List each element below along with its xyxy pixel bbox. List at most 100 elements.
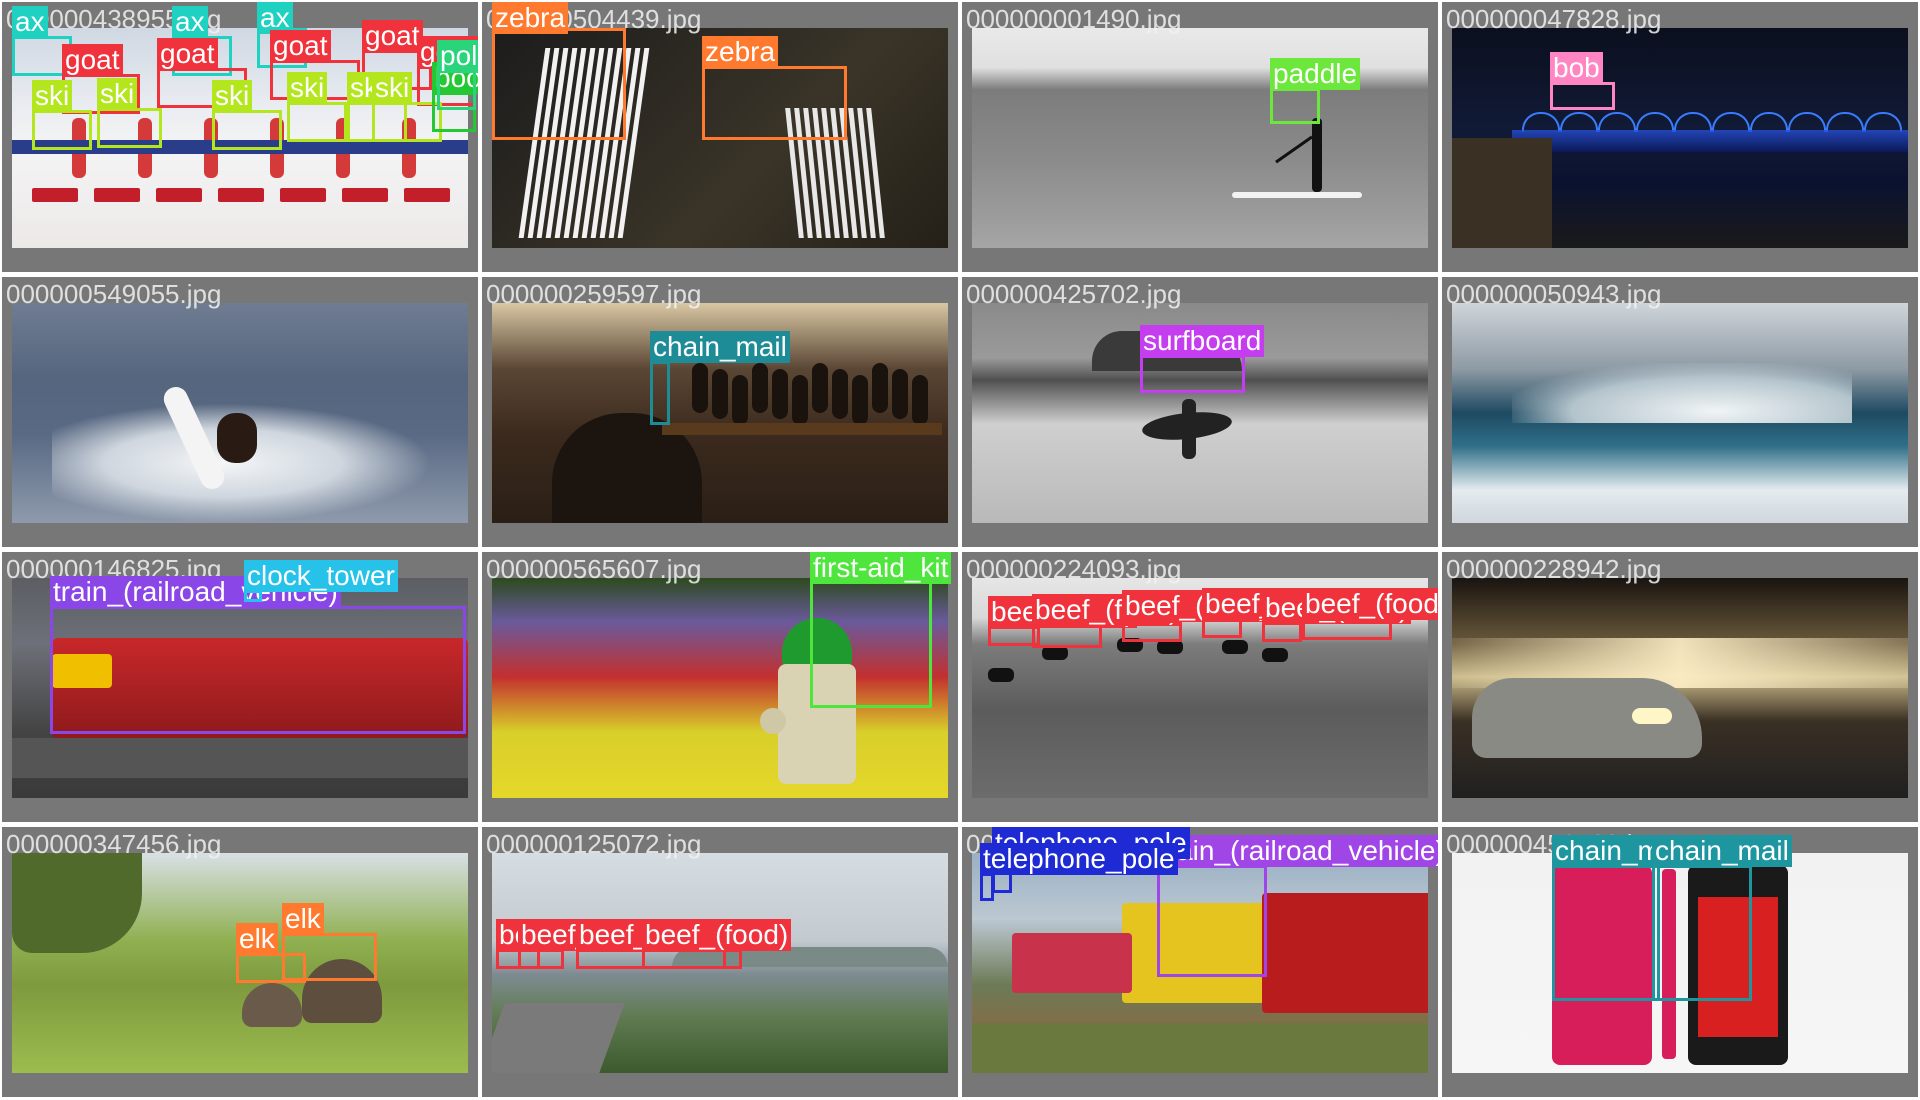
result-tile[interactable]: 000000224093.jpg beef_(food) beef_(food) be… xyxy=(962,552,1438,822)
scene-shape xyxy=(912,375,928,425)
result-tile[interactable]: 000000259597.jpg chain_mail xyxy=(482,277,958,547)
detection-box xyxy=(702,66,847,140)
scene-shape xyxy=(342,188,388,202)
detection-box xyxy=(287,102,347,142)
scene-shape xyxy=(988,668,1014,682)
result-tile[interactable]: 000000504439.jpg zebra zebra xyxy=(482,2,958,272)
scene-shape xyxy=(1522,112,1560,132)
scene-shape xyxy=(760,708,786,734)
scene-shape xyxy=(404,188,450,202)
detection-box xyxy=(518,949,564,969)
scene-shape xyxy=(1262,648,1288,662)
scene-shape xyxy=(792,375,808,425)
detection-label: first-aid_kit xyxy=(810,552,952,584)
detection-box xyxy=(1140,355,1245,393)
tile-photo xyxy=(1452,578,1908,798)
detection-label: ax xyxy=(172,6,208,38)
detection-label: clock_tower xyxy=(244,560,398,592)
detection-box xyxy=(1032,624,1102,648)
detection-box xyxy=(1122,620,1182,642)
detection-label: ski xyxy=(287,72,328,104)
detection-label: bob xyxy=(1550,52,1603,84)
detection-box xyxy=(212,110,282,150)
tile-filename: 000000549055.jpg xyxy=(6,279,222,309)
result-tile[interactable]: 000000549055.jpg xyxy=(2,277,478,547)
tile-filename: 000000347456.jpg xyxy=(6,829,222,859)
result-tile[interactable]: 000000565607.jpg first-aid_kit xyxy=(482,552,958,822)
scene-shape xyxy=(732,375,748,425)
scene-shape xyxy=(1712,112,1750,132)
detection-box xyxy=(1202,618,1242,638)
detection-label: chain_mail xyxy=(650,331,790,363)
detection-label: goat xyxy=(157,38,218,70)
detection-box xyxy=(642,949,742,969)
scene-shape xyxy=(280,188,326,202)
detection-box xyxy=(50,606,466,734)
detection-box xyxy=(1652,865,1752,1001)
scene-shape xyxy=(1222,640,1248,654)
scene-shape xyxy=(1182,399,1196,459)
scene-shape xyxy=(1157,640,1183,654)
result-tile[interactable]: 000000146825.jpg train_(railroad_vehicle)… xyxy=(2,552,478,822)
result-tile[interactable]: 000000347456.jpg elk elk xyxy=(2,827,478,1097)
scene-shape xyxy=(1560,112,1598,132)
result-tile[interactable]: 000000047828.jpg bob xyxy=(1442,2,1918,272)
detection-label: ski xyxy=(97,78,138,110)
detection-label: train_(railroad_vehicle) xyxy=(1157,835,1438,867)
result-tile[interactable]: 000000125072.jpgbeef_(food)beef_(food)be… xyxy=(482,827,958,1097)
scene-shape xyxy=(1632,708,1672,724)
tile-filename: 000000224093.jpg xyxy=(966,554,1182,584)
scene-shape xyxy=(712,369,728,419)
scene-shape xyxy=(1275,135,1313,164)
scene-shape xyxy=(156,188,202,202)
result-tile[interactable]: 000000228942.jpg xyxy=(1442,552,1918,822)
scene-shape xyxy=(1788,112,1826,132)
scene-shape xyxy=(662,423,942,435)
scene-shape xyxy=(12,738,468,778)
tile-filename: 000000259597.jpg xyxy=(486,279,702,309)
scene-shape xyxy=(692,363,708,413)
result-tile[interactable]: 000000000139.jpgtrain_(railroad_vehicle)… xyxy=(962,827,1438,1097)
detection-label: pole xyxy=(437,40,478,72)
detection-label: surfboard xyxy=(1140,325,1265,357)
scene-shape xyxy=(1452,138,1552,248)
detection-box xyxy=(980,873,994,901)
scene-shape xyxy=(1312,118,1322,192)
tile-filename: 000000047828.jpg xyxy=(1446,4,1662,34)
detection-label: elk xyxy=(282,903,324,935)
detection-label: goat xyxy=(62,44,123,76)
detection-box xyxy=(1552,865,1660,1001)
detection-label: ski xyxy=(372,72,413,104)
scene-shape xyxy=(218,188,264,202)
scene-shape xyxy=(1512,363,1852,423)
scene-shape xyxy=(1012,933,1132,993)
detection-label: goat xyxy=(270,30,331,62)
detection-label: paddle xyxy=(1270,58,1361,90)
scene-shape xyxy=(852,375,868,425)
tile-filename: 000000228942.jpg xyxy=(1446,554,1662,584)
scene-shape xyxy=(1864,112,1902,132)
result-tile[interactable]: 000000438955.jpgaxaxaxgoatgoatgoatgoatgo… xyxy=(2,2,478,272)
scene-shape xyxy=(1750,112,1788,132)
result-tile[interactable]: 000000001490.jpg paddle xyxy=(962,2,1438,272)
scene-shape xyxy=(242,983,302,1027)
result-tile[interactable]: 000000458790.jpgchain_mailchain_mail xyxy=(1442,827,1918,1097)
detection-box xyxy=(492,28,626,140)
detection-box xyxy=(1157,865,1267,977)
scene-shape xyxy=(1262,893,1428,1013)
tile-photo xyxy=(1452,303,1908,523)
detection-box xyxy=(97,108,162,148)
scene-shape xyxy=(492,1003,625,1073)
scene-shape xyxy=(772,369,788,419)
scene-shape xyxy=(752,363,768,413)
detection-label: zebra xyxy=(702,36,779,68)
scene-shape xyxy=(972,1023,1428,1073)
result-tile[interactable]: 000000050943.jpg xyxy=(1442,277,1918,547)
scene-shape xyxy=(94,188,140,202)
detection-box xyxy=(32,110,92,150)
detection-box xyxy=(650,361,670,425)
result-tile[interactable]: 000000425702.jpg surfboard xyxy=(962,277,1438,547)
scene-shape xyxy=(872,363,888,413)
tile-photo xyxy=(1452,28,1908,248)
tile-filename: 000000565607.jpg xyxy=(486,554,702,584)
